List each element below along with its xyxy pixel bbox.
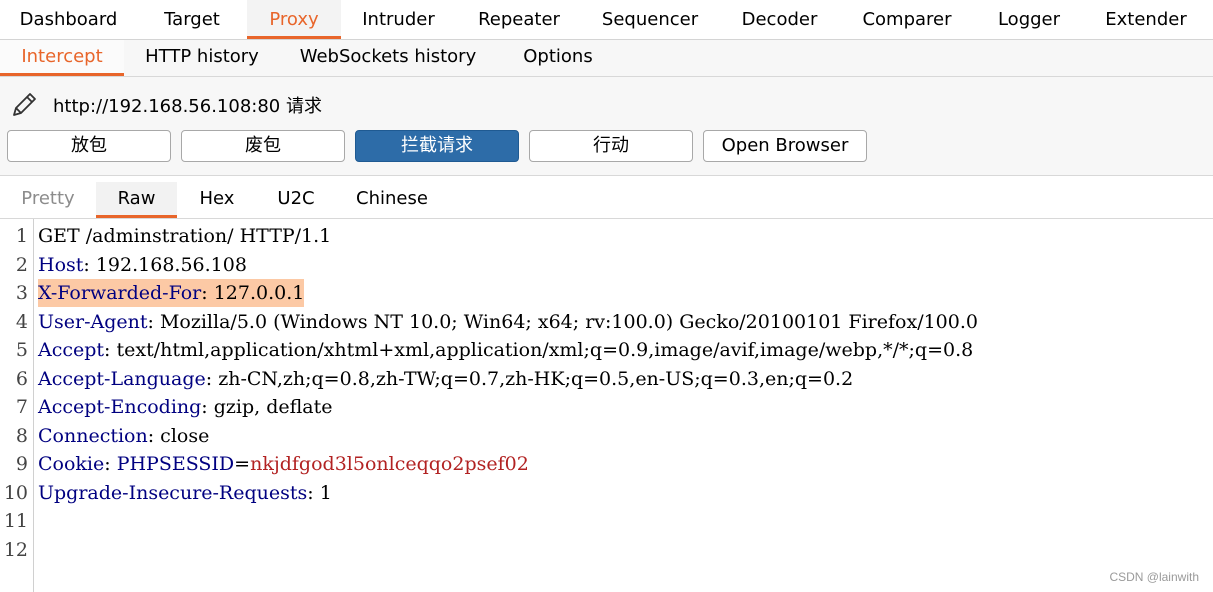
header-value: : gzip, deflate xyxy=(201,396,333,418)
line-number: 6 xyxy=(15,368,28,390)
line-number: 7 xyxy=(15,396,28,418)
tab-dashboard[interactable]: Dashboard xyxy=(0,0,137,39)
header-separator: : xyxy=(104,453,117,475)
request-line-text: GET /adminstration/ HTTP/1.1 xyxy=(38,225,332,247)
line-number: 9 xyxy=(15,453,28,475)
request-title: http://192.168.56.108:80 请求 xyxy=(53,96,322,117)
drop-button[interactable]: 废包 xyxy=(181,130,345,162)
action-button[interactable]: 行动 xyxy=(529,130,693,162)
line-number: 4 xyxy=(15,311,28,333)
tab-repeater[interactable]: Repeater xyxy=(456,0,582,39)
line-number: 11 xyxy=(3,510,28,532)
header-name: Connection xyxy=(38,425,148,447)
proxy-sub-tab-bar: Intercept HTTP history WebSockets histor… xyxy=(0,40,1213,77)
tab-http-history[interactable]: HTTP history xyxy=(124,40,280,76)
line-number: 1 xyxy=(15,225,28,247)
header-value: : zh-CN,zh;q=0.8,zh-TW;q=0.7,zh-HK;q=0.5… xyxy=(205,368,854,390)
header-value: : Mozilla/5.0 (Windows NT 10.0; Win64; x… xyxy=(147,311,978,333)
header-value: : 1 xyxy=(307,482,332,504)
tab-logger[interactable]: Logger xyxy=(973,0,1085,39)
header-name: User-Agent xyxy=(38,311,148,333)
tab-extender[interactable]: Extender xyxy=(1085,0,1207,39)
header-name: Accept-Encoding xyxy=(38,396,202,418)
cookie-value: nkjdfgod3l5onlceqqo2psef02 xyxy=(250,453,529,475)
pencil-icon xyxy=(13,93,36,116)
tab-decoder[interactable]: Decoder xyxy=(718,0,841,39)
tab-hex[interactable]: Hex xyxy=(177,182,257,218)
intercept-toggle-button[interactable]: 拦截请求 xyxy=(355,130,519,162)
cookie-equals: = xyxy=(234,453,251,475)
header-name: Accept-Language xyxy=(38,368,206,390)
line-number: 10 xyxy=(3,482,28,504)
tab-intercept[interactable]: Intercept xyxy=(0,40,124,76)
tab-target[interactable]: Target xyxy=(137,0,247,39)
line-number: 5 xyxy=(15,339,28,361)
line-number: 3 xyxy=(15,282,28,304)
line-number: 8 xyxy=(15,425,28,447)
header-value: : text/html,application/xhtml+xml,applic… xyxy=(104,339,974,361)
header-name: Cookie xyxy=(38,453,105,475)
tab-pretty[interactable]: Pretty xyxy=(0,182,96,218)
header-value: : 192.168.56.108 xyxy=(83,254,247,276)
header-name: Host xyxy=(38,254,84,276)
header-name: Upgrade-Insecure-Requests xyxy=(38,482,308,504)
gutter-divider xyxy=(33,219,34,592)
main-tab-bar: Dashboard Target Proxy Intruder Repeater… xyxy=(0,0,1213,40)
tab-websockets-history[interactable]: WebSockets history xyxy=(280,40,496,76)
tab-u2c[interactable]: U2C xyxy=(257,182,335,218)
tab-raw[interactable]: Raw xyxy=(96,182,177,218)
tab-proxy[interactable]: Proxy xyxy=(247,0,341,39)
tab-sequencer[interactable]: Sequencer xyxy=(582,0,718,39)
intercept-toolbar: http://192.168.56.108:80 请求 放包 废包 拦截请求 行… xyxy=(0,77,1213,176)
forward-button[interactable]: 放包 xyxy=(7,130,171,162)
watermark: CSDN @lainwith xyxy=(1109,570,1199,584)
tab-chinese[interactable]: Chinese xyxy=(335,182,449,218)
header-name: Accept xyxy=(38,339,105,361)
open-browser-button[interactable]: Open Browser xyxy=(703,130,867,162)
tab-comparer[interactable]: Comparer xyxy=(841,0,973,39)
cookie-name: PHPSESSID xyxy=(116,453,235,475)
header-value: : 127.0.0.1 xyxy=(201,282,305,304)
header-name: X-Forwarded-For xyxy=(38,282,202,304)
line-number: 12 xyxy=(3,539,28,561)
header-value: : close xyxy=(147,425,210,447)
message-editor-tabs: Pretty Raw Hex U2C Chinese xyxy=(0,182,1213,219)
tab-intruder[interactable]: Intruder xyxy=(341,0,456,39)
tab-options[interactable]: Options xyxy=(496,40,620,76)
request-editor[interactable]: 1 GET /adminstration/ HTTP/1.1 2 Host: 1… xyxy=(0,219,1213,592)
line-number: 2 xyxy=(15,254,28,276)
